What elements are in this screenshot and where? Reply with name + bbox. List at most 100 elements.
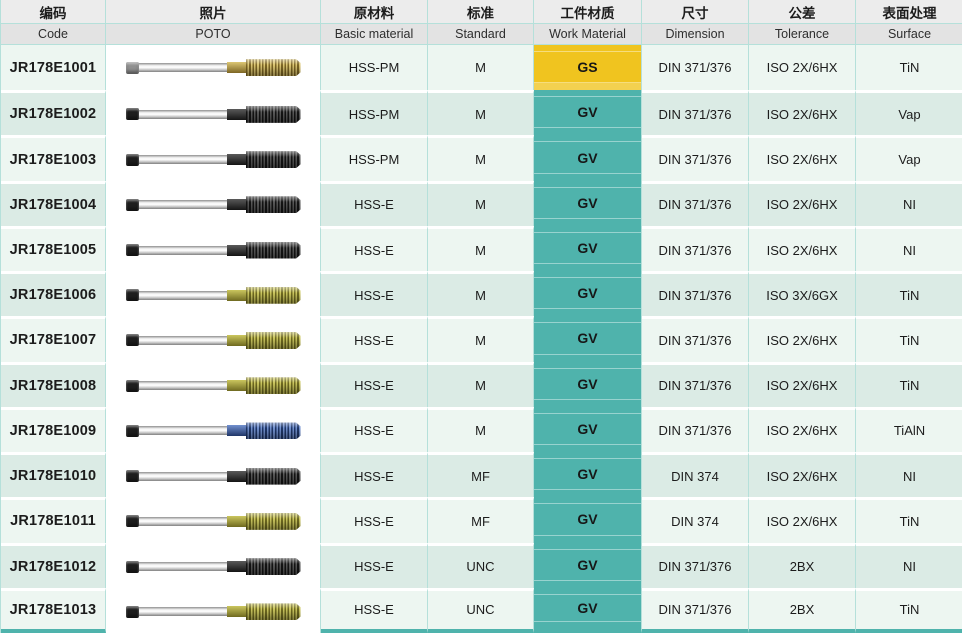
tap-tool-image xyxy=(126,591,301,633)
cell-code: JR178E1013 xyxy=(1,588,106,633)
cell-tolerance: ISO 2X/6HX xyxy=(749,135,856,180)
cell-basic-material: HSS-E xyxy=(321,452,428,497)
cell-work-material: GV xyxy=(534,362,642,407)
cell-standard: M xyxy=(428,271,534,316)
cell-basic-material: HSS-E xyxy=(321,362,428,407)
cell-work-material: GS xyxy=(534,45,642,90)
tap-square-end-icon xyxy=(126,154,139,166)
cell-surface: TiN xyxy=(856,497,962,542)
cell-photo xyxy=(106,588,321,633)
cell-tolerance: 2BX xyxy=(749,543,856,588)
cell-dimension: DIN 374 xyxy=(642,452,749,497)
cell-photo xyxy=(106,135,321,180)
tap-shank-icon xyxy=(137,246,227,255)
tap-shank-icon xyxy=(137,607,227,616)
cell-tolerance: ISO 3X/6GX xyxy=(749,271,856,316)
work-material-value: GV xyxy=(534,594,641,622)
tap-tool-image xyxy=(126,319,301,361)
work-material-value: GV xyxy=(534,277,641,309)
cell-surface: NI xyxy=(856,181,962,226)
cell-surface: TiN xyxy=(856,45,962,90)
tap-shank-icon xyxy=(137,200,227,209)
cell-tolerance: ISO 2X/6HX xyxy=(749,316,856,361)
cell-basic-material: HSS-PM xyxy=(321,45,428,90)
cell-dimension: DIN 371/376 xyxy=(642,226,749,271)
cell-code: JR178E1002 xyxy=(1,90,106,135)
cell-tolerance: ISO 2X/6HX xyxy=(749,181,856,226)
tap-square-end-icon xyxy=(126,470,139,482)
tap-neck-icon xyxy=(227,471,247,482)
cell-tolerance: ISO 2X/6HX xyxy=(749,362,856,407)
header-en-tolerance: Tolerance xyxy=(749,24,856,45)
cell-standard: M xyxy=(428,90,534,135)
tap-shank-icon xyxy=(137,336,227,345)
cell-tolerance: ISO 2X/6HX xyxy=(749,452,856,497)
tap-thread-icon xyxy=(246,151,301,168)
cell-surface: Vap xyxy=(856,90,962,135)
tap-neck-icon xyxy=(227,606,247,617)
cell-surface: TiN xyxy=(856,316,962,361)
tap-shank-icon xyxy=(137,381,227,390)
work-material-value: GV xyxy=(534,322,641,354)
cell-surface: NI xyxy=(856,226,962,271)
tap-neck-icon xyxy=(227,516,247,527)
cell-basic-material: HSS-E xyxy=(321,226,428,271)
cell-tolerance: ISO 2X/6HX xyxy=(749,497,856,542)
cell-work-material: GV xyxy=(534,316,642,361)
tap-tool-image xyxy=(126,500,301,542)
cell-code: JR178E1011 xyxy=(1,497,106,542)
tap-product-table: 编码照片原材料标准工件材质尺寸公差表面处理CodePOTOBasic mater… xyxy=(0,0,962,633)
header-zh-standard: 标准 xyxy=(428,0,534,24)
work-material-value: GV xyxy=(534,458,641,490)
cell-dimension: DIN 371/376 xyxy=(642,271,749,316)
cell-basic-material: HSS-E xyxy=(321,271,428,316)
cell-surface: TiAlN xyxy=(856,407,962,452)
cell-tolerance: ISO 2X/6HX xyxy=(749,407,856,452)
work-material-value: GV xyxy=(534,549,641,581)
cell-code: JR178E1010 xyxy=(1,452,106,497)
cell-dimension: DIN 371/376 xyxy=(642,316,749,361)
cell-dimension: DIN 371/376 xyxy=(642,90,749,135)
cell-basic-material: HSS-E xyxy=(321,181,428,226)
cell-photo xyxy=(106,181,321,226)
cell-photo xyxy=(106,543,321,588)
cell-dimension: DIN 371/376 xyxy=(642,362,749,407)
cell-photo xyxy=(106,271,321,316)
cell-code: JR178E1012 xyxy=(1,543,106,588)
cell-photo xyxy=(106,362,321,407)
tap-thread-icon xyxy=(246,332,301,349)
cell-work-material: GV xyxy=(534,135,642,180)
tap-shank-icon xyxy=(137,426,227,435)
cell-work-material: GV xyxy=(534,497,642,542)
tap-shank-icon xyxy=(137,155,227,164)
tap-thread-icon xyxy=(246,603,301,620)
work-material-value: GV xyxy=(534,368,641,400)
cell-work-material: GV xyxy=(534,407,642,452)
cell-code: JR178E1005 xyxy=(1,226,106,271)
header-zh-code: 编码 xyxy=(1,0,106,24)
header-zh-work: 工件材质 xyxy=(534,0,642,24)
header-en-code: Code xyxy=(1,24,106,45)
tap-neck-icon xyxy=(227,154,247,165)
tap-square-end-icon xyxy=(126,244,139,256)
work-material-value: GV xyxy=(534,232,641,264)
cell-basic-material: HSS-E xyxy=(321,543,428,588)
cell-standard: M xyxy=(428,316,534,361)
tap-thread-icon xyxy=(246,377,301,394)
cell-dimension: DIN 371/376 xyxy=(642,45,749,90)
work-material-value: GV xyxy=(534,96,641,128)
tap-tool-image xyxy=(126,93,301,135)
tap-tool-image xyxy=(126,229,301,271)
cell-basic-material: HSS-E xyxy=(321,316,428,361)
tap-shank-icon xyxy=(137,63,227,72)
tap-thread-icon xyxy=(246,422,301,439)
tap-neck-icon xyxy=(227,290,247,301)
tap-tool-image xyxy=(126,274,301,316)
header-zh-photo: 照片 xyxy=(106,0,321,24)
cell-dimension: DIN 371/376 xyxy=(642,588,749,633)
cell-dimension: DIN 371/376 xyxy=(642,181,749,226)
cell-photo xyxy=(106,316,321,361)
header-zh-material: 原材料 xyxy=(321,0,428,24)
tap-square-end-icon xyxy=(126,199,139,211)
header-en-material: Basic material xyxy=(321,24,428,45)
